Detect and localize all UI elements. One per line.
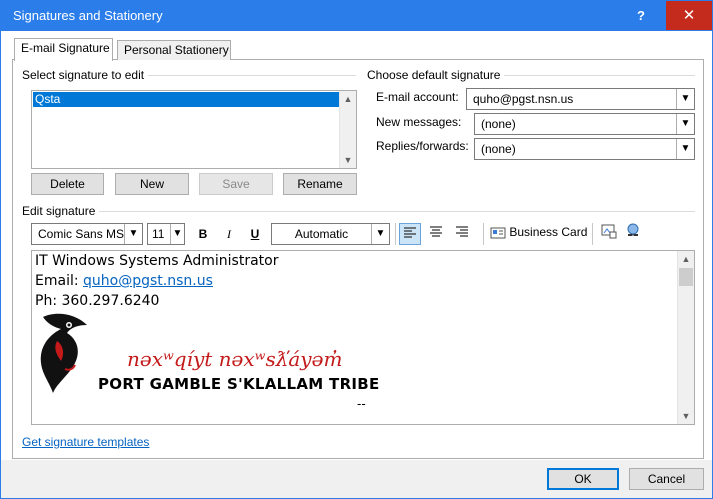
section-divider	[501, 75, 695, 76]
font-size-select[interactable]: 11 ▼	[147, 223, 185, 245]
chevron-down-icon[interactable]: ▼	[170, 224, 184, 244]
email-account-select[interactable]: quho@pgst.nsn.us ▼	[466, 88, 695, 110]
select-signature-heading: Select signature to edit	[22, 68, 149, 82]
chevron-down-icon[interactable]: ▼	[371, 224, 389, 244]
signature-line-email: Email: quho@pgst.nsn.us	[35, 273, 213, 289]
chevron-down-icon[interactable]: ▼	[124, 224, 142, 244]
chevron-down-icon[interactable]: ▼	[676, 139, 694, 159]
edit-signature-heading: Edit signature	[22, 204, 100, 218]
scroll-thumb[interactable]	[679, 268, 693, 286]
delete-button[interactable]: Delete	[31, 173, 104, 195]
cancel-button[interactable]: Cancel	[629, 468, 704, 490]
logo-english-text: PORT GAMBLE S'KLALLAM TRIBE	[98, 375, 380, 393]
signature-line-title: IT Windows Systems Administrator	[35, 253, 279, 269]
save-button[interactable]: Save	[199, 173, 273, 195]
section-divider	[141, 75, 356, 76]
replies-forwards-value: (none)	[481, 142, 516, 156]
font-size-value: 11	[152, 227, 165, 241]
scroll-up-icon[interactable]: ▲	[340, 91, 356, 107]
align-left-icon[interactable]	[399, 223, 421, 245]
chevron-down-icon[interactable]: ▼	[676, 89, 694, 109]
tab-personal-stationery[interactable]: Personal Stationery	[117, 40, 231, 60]
toolbar-separator	[592, 223, 593, 245]
scroll-down-icon[interactable]: ▼	[678, 408, 694, 424]
get-signature-templates-link[interactable]: Get signature templates	[22, 435, 149, 449]
tab-email-signature[interactable]: E-mail Signature	[14, 38, 113, 61]
scroll-down-icon[interactable]: ▼	[340, 152, 356, 168]
default-signature-heading: Choose default signature	[367, 68, 505, 82]
rename-button[interactable]: Rename	[283, 173, 357, 195]
underline-button[interactable]: U	[244, 223, 266, 245]
new-messages-label: New messages:	[376, 115, 462, 129]
signature-list-item[interactable]: Qsta	[33, 92, 340, 107]
orca-logo-icon	[40, 313, 87, 393]
replies-forwards-select[interactable]: (none) ▼	[474, 138, 695, 160]
font-value: Comic Sans MS	[38, 227, 125, 241]
email-account-label: E-mail account:	[376, 90, 459, 104]
scroll-up-icon[interactable]: ▲	[678, 251, 694, 267]
signature-list-scrollbar[interactable]: ▲ ▼	[339, 91, 356, 168]
italic-button[interactable]: I	[218, 223, 240, 245]
signature-line-phone: Ph: 360.297.6240	[35, 293, 160, 309]
new-messages-value: (none)	[481, 117, 516, 131]
section-divider	[99, 211, 695, 212]
signature-list[interactable]: Qsta ▲ ▼	[31, 90, 357, 169]
font-color-value: Automatic	[294, 227, 349, 241]
business-card-label: Business Card	[509, 225, 588, 239]
signature-separator-text: --	[357, 396, 366, 411]
font-select[interactable]: Comic Sans MS ▼	[31, 223, 143, 245]
editor-scrollbar[interactable]: ▲ ▼	[677, 251, 694, 424]
help-button[interactable]: ?	[616, 1, 666, 30]
toolbar-separator	[395, 223, 396, 245]
signatures-dialog: Signatures and Stationery ? ✕ E-mail Sig…	[0, 0, 713, 499]
replies-forwards-label: Replies/forwards:	[376, 139, 469, 153]
email-account-value: quho@pgst.nsn.us	[473, 92, 574, 106]
signature-editor[interactable]: IT Windows Systems Administrator Email: …	[31, 250, 695, 425]
bold-button[interactable]: B	[192, 223, 214, 245]
window-title: Signatures and Stationery	[13, 8, 163, 23]
new-messages-select[interactable]: (none) ▼	[474, 113, 695, 135]
email-prefix: Email:	[35, 273, 84, 289]
align-right-icon[interactable]	[451, 223, 473, 245]
font-color-select[interactable]: Automatic ▼	[271, 223, 390, 245]
insert-picture-icon[interactable]	[598, 223, 620, 245]
close-button[interactable]: ✕	[666, 1, 712, 30]
email-link[interactable]: quho@pgst.nsn.us	[83, 273, 213, 289]
new-button[interactable]: New	[115, 173, 189, 195]
toolbar-separator	[483, 223, 484, 245]
title-bar[interactable]: Signatures and Stationery ? ✕	[1, 1, 712, 31]
business-card-button[interactable]: Business Card	[490, 225, 587, 245]
align-center-icon[interactable]	[425, 223, 447, 245]
business-card-icon	[490, 227, 506, 239]
logo-native-text: nəxʷqíyt nəxʷsƛ̕áyəm̓	[127, 347, 343, 371]
chevron-down-icon[interactable]: ▼	[676, 114, 694, 134]
ok-button[interactable]: OK	[547, 468, 619, 490]
insert-hyperlink-icon[interactable]	[622, 223, 644, 245]
